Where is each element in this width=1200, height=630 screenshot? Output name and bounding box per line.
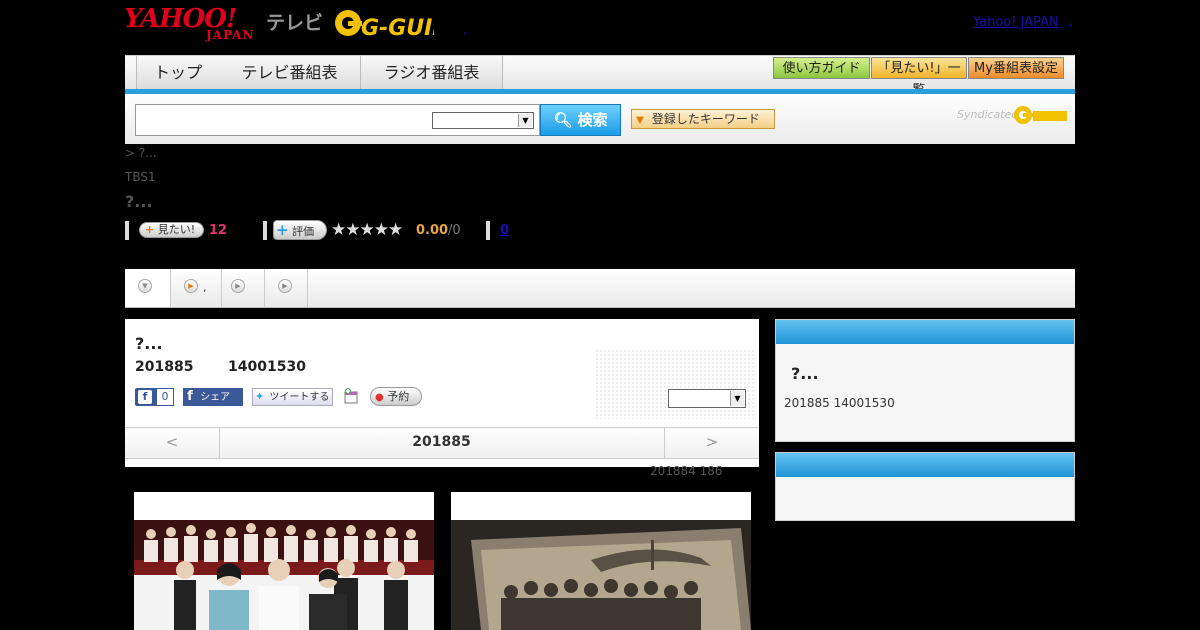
broadcast-date: 201885 [135,359,194,375]
rate-button[interactable]: + 評価 [273,220,327,240]
episode-note: 201884 186 [650,464,723,478]
program-title: ?... [125,192,153,211]
detail-title: ?... [135,334,163,353]
yahoo-japan-link[interactable]: Yahoo! JAPAN [973,15,1059,30]
usage-guide-button[interactable]: 使い方ガイド [773,57,870,79]
nav-tab-tv-schedule[interactable]: テレビ番組表 [219,56,361,89]
facebook-icon: f [138,390,152,404]
japan-logo-text: JAPAN [206,28,255,42]
syndicated-label: Syndicated [957,108,1019,121]
plus-icon: + [145,223,155,236]
terebi-logo-text: テレビ [266,12,324,34]
nav-tab-top[interactable]: トップ [136,56,220,89]
tweet-button[interactable]: ✦ ツイートする [252,388,333,406]
my-schedule-settings-button[interactable]: My番組表設定 [968,57,1064,79]
side-panel-info: ?... 201885 14001530 [775,319,1075,442]
saved-keywords-button[interactable]: ▼ 登録したキーワード [631,109,775,129]
facebook-share-label: シェア [200,392,231,403]
calendar-add-icon[interactable] [343,388,359,404]
link-dot: , [1069,14,1073,28]
play-icon: ▶ [278,279,292,293]
chevron-down-icon: ▼ [138,279,152,293]
chevron-down-icon: ▼ [730,391,744,406]
search-bar: ▼ 🔍︎ 検索 ▼ 登録したキーワード Syndicated [125,94,1075,144]
side-panel-header [776,320,1074,344]
image-card[interactable] [451,492,751,630]
tab-2-label: , [203,281,207,294]
program-detail-panel: ?... 201885 14001530 f 0 f シェア ✦ ツイートする … [125,319,759,467]
image-card[interactable] [134,492,434,630]
search-button-label: 検索 [577,111,608,129]
facebook-share-button[interactable]: f シェア [183,388,243,406]
facebook-like-count: 0 [156,388,174,406]
broadcast-time: 14001530 [228,359,306,375]
reservation-label: 予約 [387,390,410,403]
side-panel-secondary [775,452,1075,521]
mitai-count: 12 [209,223,228,238]
yahoo-japan-logo[interactable]: YAHOO! JAPAN [124,4,264,44]
next-date-button[interactable]: > [664,428,759,458]
twitter-bird-icon: ✦ [255,390,265,403]
play-icon: ▶ [231,279,245,293]
side-panel-header [776,453,1074,477]
main-nav: トップ テレビ番組表 ラジオ番組表 使い方ガイド 「見たい!」一覧 My番組表設… [125,55,1075,98]
triangle-down-icon: ▼ [636,115,644,126]
header-dot: , [463,24,467,37]
tab-3[interactable]: ▶ [222,269,265,307]
date-navigation: < 201885 > [125,427,759,459]
gguide-logo-text: G-GUIDE [361,16,434,41]
tweet-label: ツイートする [269,392,330,403]
record-dot-icon: ● [375,392,384,403]
search-category-select[interactable]: ▼ [432,112,534,129]
tab-details[interactable]: ▼ [125,269,171,307]
mitai-button[interactable]: + 見たい! [139,222,204,238]
studio-cast-photo [134,520,434,630]
comment-count-link[interactable]: 0 [500,223,509,238]
divider-bar [125,221,129,240]
side-program-title: ?... [791,364,819,383]
chevron-down-icon: ▼ [518,114,532,127]
previous-date-button[interactable]: < [125,428,220,458]
facebook-icon: f [187,389,193,404]
rating-stars: ★★★★★ [331,220,403,240]
reservation-button[interactable]: ● 予約 [370,387,422,406]
current-date: 201885 [412,434,471,450]
dot-pattern-decoration [595,349,755,419]
nav-tab-radio-schedule[interactable]: ラジオ番組表 [361,56,503,89]
gguide-logo[interactable]: G-GUIDE [334,5,434,41]
mitai-list-button[interactable]: 「見たい!」一覧 [871,57,967,98]
search-icon: 🔍︎ [553,111,573,129]
tab-4[interactable]: ▶ [265,269,308,307]
rate-button-label: 評価 [292,225,315,238]
divider-bar [263,221,267,240]
facebook-like-button[interactable]: f 0 [135,388,174,406]
play-icon: ▶ [184,279,198,293]
breadcrumb[interactable]: > ?... [125,146,157,160]
tab-2[interactable]: ▶ , [171,269,222,307]
saved-keywords-label: 登録したキーワード [651,112,760,126]
mitai-button-label: 見たい! [157,223,196,236]
plus-icon: + [276,221,289,239]
archival-photo [451,520,751,630]
side-program-datetime: 201885 14001530 [784,396,895,410]
rating-total: /0 [448,223,461,238]
search-button[interactable]: 🔍︎ 検索 [540,104,621,136]
syndicated-gguide-logo [1014,106,1067,124]
detail-select[interactable]: ▼ [668,389,746,408]
channel-name: TBS1 [125,170,156,184]
content-tab-bar: ▼ ▶ , ▶ ▶ [125,269,1075,308]
rating-score: 0.00 [416,223,449,238]
divider-bar [486,221,490,240]
